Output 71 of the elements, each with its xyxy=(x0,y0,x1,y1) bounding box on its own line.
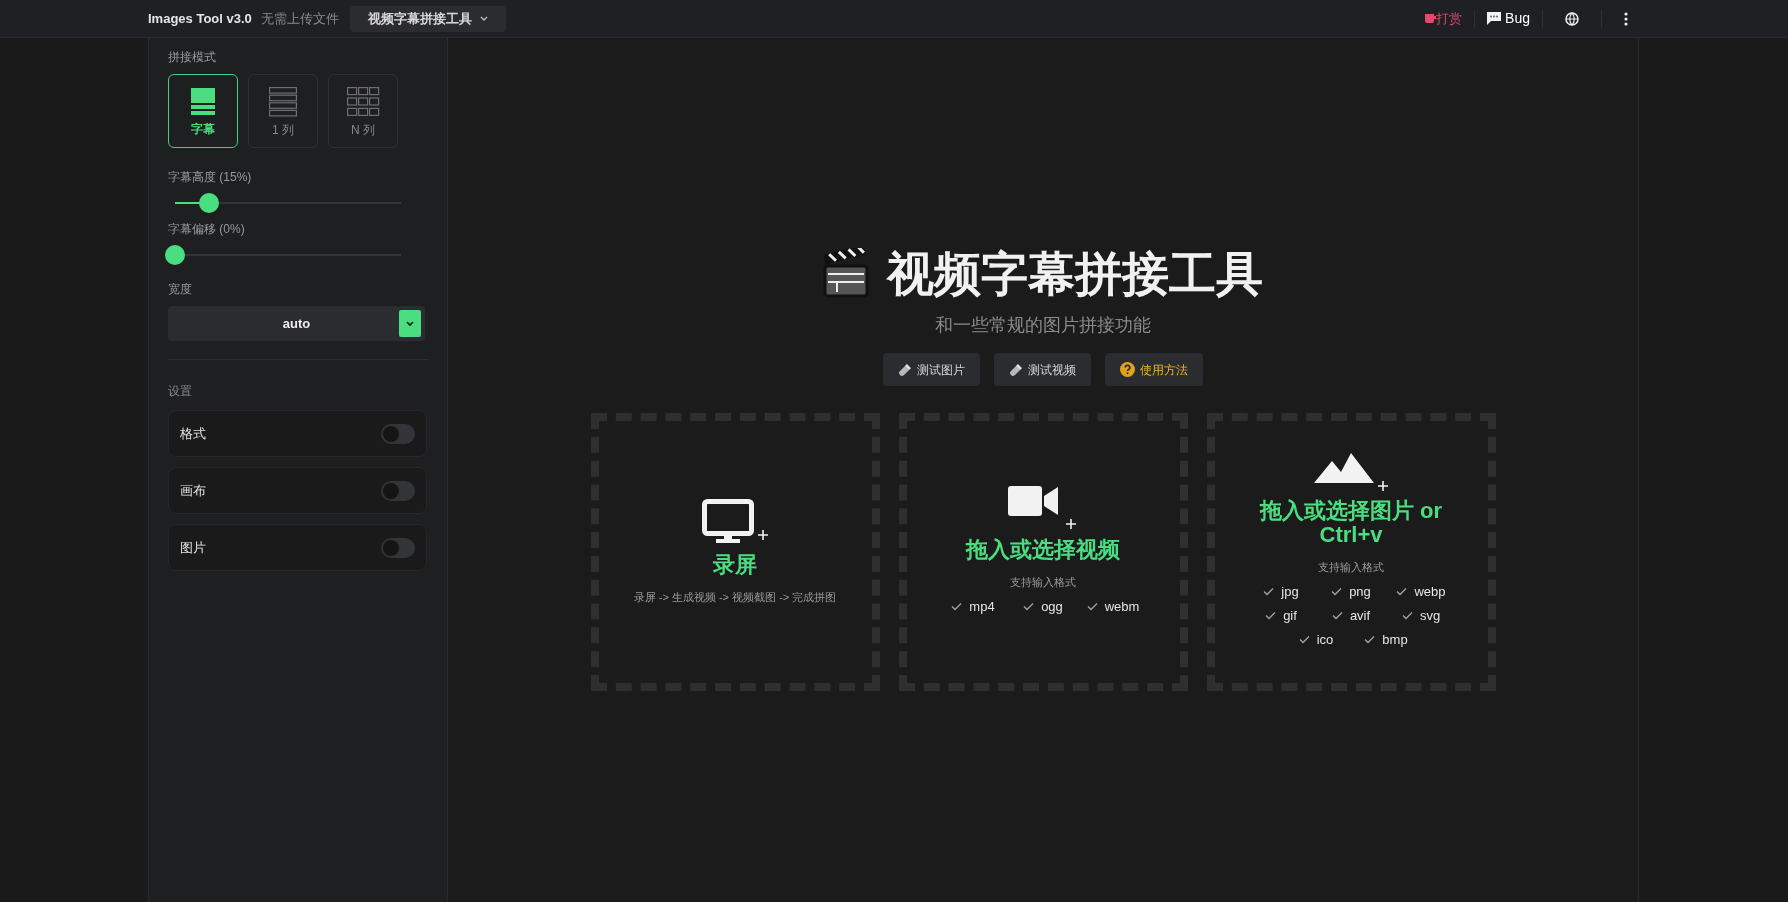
slider-thumb[interactable] xyxy=(165,245,185,265)
cup-icon xyxy=(1425,12,1437,25)
clapperboard-icon xyxy=(823,248,869,298)
width-select[interactable]: auto xyxy=(168,306,425,341)
drop-zone-description: 录屏 -> 生成视频 -> 视频截图 -> 完成拼图 xyxy=(633,589,837,605)
check-icon xyxy=(1331,610,1343,620)
tagline: 无需上传文件 xyxy=(260,9,339,28)
setting-label: 图片 xyxy=(180,538,206,557)
check-icon xyxy=(1086,601,1098,611)
drop-zone-title: 录屏 xyxy=(713,552,757,577)
test-tube-icon xyxy=(898,362,912,377)
test-button[interactable]: 测试视频 xyxy=(994,353,1091,386)
toggle-switch[interactable] xyxy=(381,537,415,558)
slider-label: 字幕高度 (15%) xyxy=(168,169,253,186)
page-subtitle: 和一些常规的图片拼接功能 xyxy=(935,314,1151,337)
drop-zone[interactable]: 拖入或选择图片 or Ctrl+v 支持输入格式 jpg png webp gif avif svg ico bmp xyxy=(1206,413,1496,691)
globe-icon xyxy=(1565,11,1579,26)
check-icon xyxy=(1023,601,1035,611)
subtitle-layout-icon xyxy=(191,87,215,116)
more-icon xyxy=(1624,11,1628,26)
grid-layout-icon xyxy=(346,86,380,117)
format-label: avif xyxy=(1349,606,1371,625)
field-label: 宽度 xyxy=(168,281,193,298)
setting-label: 格式 xyxy=(180,424,206,443)
format-label: ogg xyxy=(1041,597,1063,616)
format-label: jpg xyxy=(1281,582,1299,601)
check-icon xyxy=(1265,610,1277,620)
check-icon xyxy=(1401,610,1413,620)
format-label: webp xyxy=(1414,582,1446,601)
drop-zone[interactable]: 拖入或选择视频 支持输入格式 mp4 ogg webm xyxy=(898,413,1188,691)
drop-zone-title: 拖入或选择图片 or Ctrl+v xyxy=(1258,498,1444,547)
help-icon xyxy=(1120,362,1135,377)
setting-label: 画布 xyxy=(180,481,206,500)
format-label: png xyxy=(1349,582,1371,601)
app-title: Images Tool v3.0 xyxy=(148,9,252,28)
donate-button[interactable]: 打赏 xyxy=(1425,8,1463,29)
format-label: bmp xyxy=(1382,630,1408,649)
test-button[interactable]: 测试图片 xyxy=(883,353,980,386)
slider-thumb[interactable] xyxy=(198,193,219,213)
format-label: mp4 xyxy=(969,597,995,616)
slider-label: 字幕偏移 (0%) xyxy=(168,221,246,238)
mode-tab[interactable]: N 列 xyxy=(328,74,398,148)
mode-tab[interactable]: 1 列 xyxy=(248,74,318,148)
caret-icon xyxy=(479,16,488,21)
format-label: ico xyxy=(1316,630,1334,649)
formats-label: 支持输入格式 xyxy=(1318,559,1384,575)
bug-button[interactable]: Bug xyxy=(1487,8,1530,29)
test-tube-icon xyxy=(1009,362,1023,377)
section-label: 设置 xyxy=(168,383,193,400)
drop-zone-title: 拖入或选择视频 xyxy=(966,537,1120,562)
check-icon xyxy=(1331,586,1343,596)
check-icon xyxy=(951,601,963,611)
check-icon xyxy=(1298,634,1310,644)
page-title: 视频字幕拼接工具 xyxy=(887,249,1263,297)
caret-icon xyxy=(399,310,421,337)
format-label: gif xyxy=(1283,606,1297,625)
drop-zone[interactable]: 录屏 录屏 -> 生成视频 -> 视频截图 -> 完成拼图 xyxy=(590,413,880,691)
chat-icon xyxy=(1487,12,1502,25)
tool-select[interactable]: 视频字幕拼接工具 xyxy=(349,5,506,32)
check-icon xyxy=(1396,586,1408,596)
section-label: 拼接模式 xyxy=(168,49,217,66)
check-icon xyxy=(1263,586,1275,596)
mode-tab[interactable]: 字幕 xyxy=(168,74,238,148)
toggle-switch[interactable] xyxy=(381,480,415,501)
help-button[interactable]: 使用方法 xyxy=(1105,353,1203,386)
format-label: svg xyxy=(1419,606,1441,625)
toggle-switch[interactable] xyxy=(381,423,415,444)
format-label: webm xyxy=(1104,597,1140,616)
check-icon xyxy=(1364,634,1376,644)
rows-layout-icon xyxy=(269,86,297,117)
formats-label: 支持输入格式 xyxy=(1010,574,1076,590)
